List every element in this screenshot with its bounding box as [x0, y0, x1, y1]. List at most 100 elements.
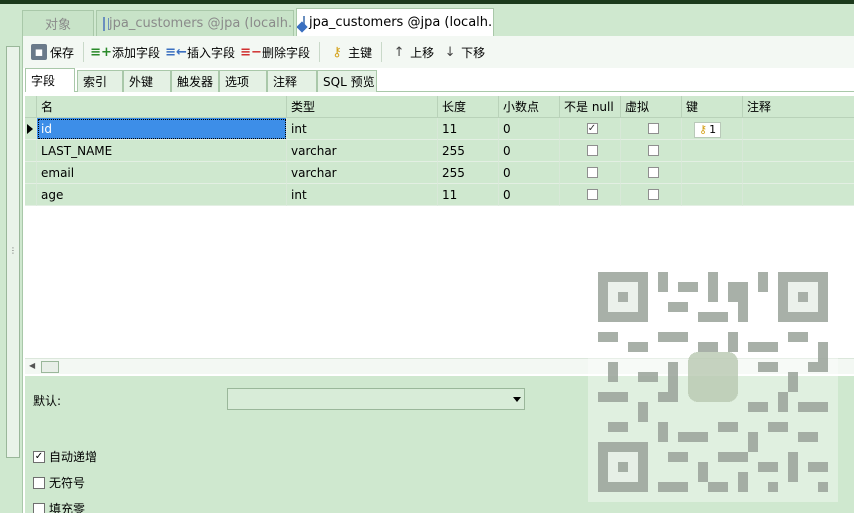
table-icon — [103, 16, 109, 31]
field-type-cell[interactable]: int — [287, 184, 438, 206]
unsigned-label: 无符号 — [49, 476, 86, 490]
virtual-checkbox[interactable] — [647, 167, 659, 178]
not-null-checkbox[interactable] — [586, 145, 598, 156]
tab-table-design[interactable]: jpa_customers @jpa (localh... — [296, 8, 494, 36]
tab-label: 注释 — [273, 75, 298, 89]
field-comment-cell[interactable] — [743, 162, 854, 184]
chevron-down-icon[interactable] — [513, 397, 521, 402]
toolbar: ▪ 保存 ≡+ 添加字段 ≡← 插入字段 ≡− 删除字段 ⚷ 主键 ↑ 上移 ↓… — [23, 36, 854, 68]
field-comment-cell[interactable] — [743, 118, 854, 140]
tab-indexes[interactable]: 索引 — [77, 70, 123, 92]
not-null-checkbox[interactable]: ✓ — [586, 123, 598, 134]
zerofill-option[interactable]: 填充零 — [33, 500, 85, 513]
key-cell[interactable]: ⚷ 1 — [682, 118, 743, 140]
vertical-scrollbar[interactable]: ⋮ — [6, 46, 20, 458]
field-name-cell[interactable]: id — [37, 118, 287, 140]
key-cell[interactable] — [682, 140, 743, 162]
row-indicator — [25, 184, 37, 206]
primary-key-button[interactable]: ⚷ 主键 — [325, 40, 376, 64]
field-type-cell[interactable]: varchar — [287, 140, 438, 162]
default-label: 默认: — [33, 394, 62, 408]
design-sub-tabs: 字段 索引 外键 触发器 选项 注释 SQL 预览 — [25, 68, 854, 92]
add-field-label: 添加字段 — [112, 45, 161, 60]
add-field-button[interactable]: ≡+ 添加字段 — [89, 40, 164, 64]
qr-code-image — [598, 272, 828, 492]
delete-field-label: 删除字段 — [262, 45, 311, 60]
insert-field-button[interactable]: ≡← 插入字段 — [164, 40, 239, 64]
tab-table-data[interactable]: jpa_customers @jpa (localh... — [96, 10, 294, 36]
tab-label: 选项 — [225, 75, 250, 89]
add-field-icon: ≡+ — [90, 44, 112, 60]
move-up-button[interactable]: ↑ 上移 — [387, 40, 438, 64]
zerofill-checkbox[interactable] — [33, 502, 45, 513]
header-name[interactable]: 名 — [37, 96, 287, 118]
header-length[interactable]: 长度 — [438, 96, 499, 118]
unsigned-option[interactable]: 无符号 — [33, 474, 85, 491]
tab-comments[interactable]: 注释 — [267, 70, 317, 92]
tab-label: 外键 — [129, 75, 154, 89]
table-row[interactable]: id int 11 0 ✓ ⚷ 1 — [25, 118, 854, 140]
field-name-cell[interactable]: email — [37, 162, 287, 184]
tab-label: 触发器 — [177, 75, 214, 89]
field-decimals-cell[interactable]: 0 — [499, 140, 560, 162]
unsigned-checkbox[interactable] — [33, 476, 45, 489]
insert-field-icon: ≡← — [165, 44, 187, 60]
tab-fields[interactable]: 字段 — [25, 68, 75, 92]
table-row[interactable]: LAST_NAME varchar 255 0 — [25, 140, 854, 162]
virtual-cell — [621, 118, 682, 140]
table-row[interactable]: age int 11 0 — [25, 184, 854, 206]
field-decimals-cell[interactable]: 0 — [499, 118, 560, 140]
header-comment[interactable]: 注释 — [743, 96, 854, 118]
scroll-thumb[interactable] — [41, 361, 59, 373]
field-comment-cell[interactable] — [743, 184, 854, 206]
header-decimals[interactable]: 小数点 — [499, 96, 560, 118]
virtual-checkbox[interactable] — [647, 145, 659, 156]
move-down-label: 下移 — [461, 45, 486, 60]
row-indicator — [25, 162, 37, 184]
field-comment-cell[interactable] — [743, 140, 854, 162]
field-decimals-cell[interactable]: 0 — [499, 184, 560, 206]
not-null-checkbox[interactable] — [586, 167, 598, 178]
scroll-left-icon[interactable]: ◀ — [29, 361, 35, 370]
tab-triggers[interactable]: 触发器 — [171, 70, 219, 92]
not-null-cell — [560, 140, 621, 162]
auto-increment-option[interactable]: ✓ 自动递增 — [33, 448, 97, 465]
tab-options[interactable]: 选项 — [219, 70, 267, 92]
tab-sql-preview[interactable]: SQL 预览 — [317, 70, 377, 92]
field-length-cell[interactable]: 255 — [438, 162, 499, 184]
not-null-checkbox[interactable] — [586, 189, 598, 200]
header-indicator — [25, 96, 37, 118]
field-type-cell[interactable]: int — [287, 118, 438, 140]
header-virtual[interactable]: 虚拟 — [621, 96, 682, 118]
header-type[interactable]: 类型 — [287, 96, 438, 118]
field-name-cell[interactable]: LAST_NAME — [37, 140, 287, 162]
save-label: 保存 — [50, 45, 75, 60]
key-cell[interactable] — [682, 162, 743, 184]
table-row[interactable]: email varchar 255 0 — [25, 162, 854, 184]
save-button[interactable]: ▪ 保存 — [27, 40, 78, 64]
move-up-label: 上移 — [410, 45, 435, 60]
virtual-checkbox[interactable] — [647, 189, 659, 200]
toolbar-divider — [319, 42, 321, 62]
header-not-null[interactable]: 不是 null — [560, 96, 621, 118]
delete-field-button[interactable]: ≡− 删除字段 — [239, 40, 314, 64]
field-type-cell[interactable]: varchar — [287, 162, 438, 184]
field-decimals-cell[interactable]: 0 — [499, 162, 560, 184]
field-name-cell[interactable]: age — [37, 184, 287, 206]
tab-label: jpa_customers @jpa (localh... — [109, 16, 294, 31]
field-length-cell[interactable]: 11 — [438, 184, 499, 206]
default-value-select[interactable] — [227, 388, 525, 410]
virtual-checkbox[interactable] — [647, 123, 659, 134]
move-down-button[interactable]: ↓ 下移 — [438, 40, 489, 64]
tab-objects[interactable]: 对象 — [22, 10, 94, 36]
tab-foreign-keys[interactable]: 外键 — [123, 70, 171, 92]
table-design-icon — [303, 15, 305, 30]
header-key[interactable]: 键 — [682, 96, 743, 118]
window-top-strip — [0, 0, 854, 4]
field-length-cell[interactable]: 255 — [438, 140, 499, 162]
not-null-cell — [560, 162, 621, 184]
key-cell[interactable] — [682, 184, 743, 206]
auto-increment-checkbox[interactable]: ✓ — [33, 450, 45, 463]
not-null-cell: ✓ — [560, 118, 621, 140]
field-length-cell[interactable]: 11 — [438, 118, 499, 140]
